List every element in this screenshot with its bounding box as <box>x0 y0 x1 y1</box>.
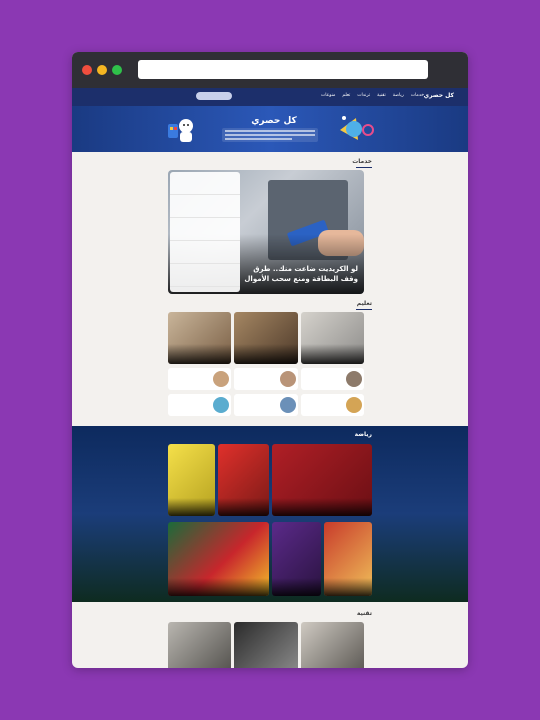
mini-article[interactable] <box>234 393 298 416</box>
mini-article[interactable] <box>300 393 364 416</box>
site-logo[interactable]: كل حصري <box>424 92 454 99</box>
section-heading-sports: رياضة <box>354 431 372 438</box>
nav-item-tech[interactable]: تقنية <box>377 93 386 98</box>
list-item[interactable] <box>170 241 240 264</box>
list-item[interactable] <box>170 172 240 195</box>
nav-item-learn[interactable]: تعلم <box>342 93 350 98</box>
close-dot[interactable] <box>82 65 92 75</box>
browser-titlebar <box>72 52 468 88</box>
article-card[interactable] <box>300 312 364 364</box>
mascot-illustration-right <box>340 116 374 140</box>
mascot-illustration-left <box>168 119 193 142</box>
tech-card[interactable] <box>168 622 232 668</box>
hero-description <box>222 128 318 142</box>
nav-item-trends[interactable]: ترندات <box>357 93 370 98</box>
section-heading-tech: تقنية <box>356 610 372 617</box>
featured-article-title[interactable]: لو الكريديت ضاعت منك.. طرق وقف البطاقة و… <box>244 264 358 284</box>
list-item[interactable] <box>170 264 240 287</box>
section-heading-education: تعليم <box>355 300 373 310</box>
section-heading-services: خدمات <box>352 158 372 168</box>
nav-item-sports[interactable]: رياضة <box>393 93 404 98</box>
browser-window: كل حصري خدمات رياضة تقنية ترندات تعلم من… <box>72 52 468 668</box>
mini-article[interactable] <box>300 368 364 390</box>
sports-card[interactable] <box>272 522 321 596</box>
sports-card[interactable] <box>168 444 215 516</box>
sports-section: رياضة <box>72 426 468 602</box>
related-articles-list <box>170 172 240 292</box>
nav-links: خدمات رياضة تقنية ترندات تعلم منوعات <box>321 93 424 98</box>
top-navigation: كل حصري خدمات رياضة تقنية ترندات تعلم من… <box>72 88 468 106</box>
education-mini-list <box>168 368 364 416</box>
sports-card[interactable] <box>324 522 372 596</box>
sports-card[interactable] <box>168 522 269 596</box>
search-input[interactable] <box>196 92 232 100</box>
minimize-dot[interactable] <box>97 65 107 75</box>
nav-item-misc[interactable]: منوعات <box>321 93 335 98</box>
list-item[interactable] <box>170 195 240 218</box>
article-card[interactable] <box>234 312 298 364</box>
mini-article[interactable] <box>168 393 232 416</box>
hero-banner: كل حصري <box>72 106 468 152</box>
featured-article[interactable]: لو الكريديت ضاعت منك.. طرق وقف البطاقة و… <box>168 170 364 294</box>
tech-card[interactable] <box>300 622 364 668</box>
address-bar[interactable] <box>138 60 428 79</box>
list-item[interactable] <box>170 287 240 294</box>
sports-card[interactable] <box>218 444 269 516</box>
maximize-dot[interactable] <box>112 65 122 75</box>
nav-item-services[interactable]: خدمات <box>411 93 424 98</box>
list-item[interactable] <box>170 218 240 241</box>
tech-cards <box>168 622 364 668</box>
tech-card[interactable] <box>234 622 298 668</box>
hero-title: كل حصري <box>251 116 297 126</box>
web-page: كل حصري خدمات رياضة تقنية ترندات تعلم من… <box>72 88 468 668</box>
article-card[interactable] <box>168 312 232 364</box>
mini-article[interactable] <box>168 368 232 390</box>
education-cards <box>168 312 364 364</box>
mini-article[interactable] <box>234 368 298 390</box>
sports-card[interactable] <box>272 444 372 516</box>
